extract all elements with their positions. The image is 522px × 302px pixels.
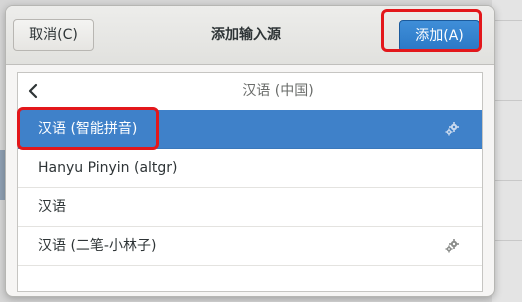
list-item-hanyu-pinyin-altgr[interactable]: Hanyu Pinyin (altgr) <box>18 149 482 188</box>
list-item-label: Hanyu Pinyin (altgr) <box>38 160 178 176</box>
list-item-erbi-xiaolinzi[interactable]: 汉语 (二笔-小林子) <box>18 227 482 266</box>
list-header-title: 汉语 (中国) <box>242 83 314 99</box>
dialog-title: 添加输入源 <box>211 27 281 43</box>
list-header: 汉语 (中国) <box>18 73 482 111</box>
gear-icon[interactable] <box>444 238 460 254</box>
list-item-label: 汉语 <box>38 199 66 215</box>
gear-icon[interactable] <box>444 121 460 137</box>
list-item-partial[interactable] <box>18 266 482 291</box>
cancel-button[interactable]: 取消(C) <box>13 19 94 51</box>
input-source-list: 汉语 (中国) 汉语 (智能拼音) Hanyu Pinyin (altgr) 汉… <box>17 72 483 292</box>
add-button-highlight <box>381 9 482 52</box>
selected-item-highlight <box>17 107 159 150</box>
list-item-label: 汉语 (二笔-小林子) <box>38 238 157 254</box>
back-chevron-icon[interactable] <box>24 81 44 101</box>
list-item-hanyu[interactable]: 汉语 <box>18 188 482 227</box>
background-window-strip <box>492 0 522 302</box>
